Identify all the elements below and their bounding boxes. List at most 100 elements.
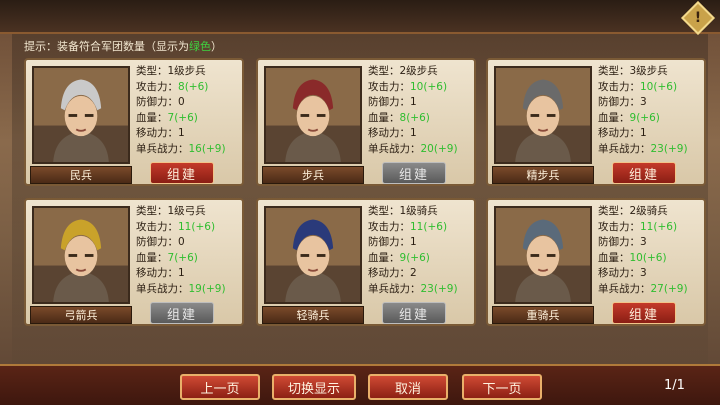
prev-page-button[interactable]: 上一页 [180, 374, 260, 400]
soldier-portrait-icon [34, 68, 128, 162]
stat-hp-bonus: (+6) [406, 251, 430, 264]
stat-hp-label: 血量： [368, 251, 400, 264]
stat-power-bonus: (+9) [433, 282, 458, 295]
stat-defense: 防御力：1 [368, 235, 474, 251]
stat-power-value: 20 [420, 142, 434, 155]
stat-attack-bonus: (+6) [423, 80, 448, 93]
unit-portrait [32, 66, 130, 164]
soldier-portrait-icon [496, 68, 590, 162]
stat-move-label: 移动力： [136, 127, 178, 139]
stat-hp-label: 血量： [136, 111, 168, 124]
stat-move-label: 移动力： [598, 127, 640, 139]
stat-power-label: 单兵战力： [136, 142, 189, 155]
stat-power-bonus: (+9) [663, 142, 688, 155]
unit-name: 步兵 [262, 166, 364, 184]
soldier-portrait-icon [34, 208, 128, 302]
cancel-button[interactable]: 取消 [368, 374, 448, 400]
unit-stats: 类型：3级步兵 攻击力：10(+6) 防御力：3 血量：9(+6) 移动力：1 … [598, 64, 704, 157]
stat-move-label: 移动力： [598, 267, 640, 279]
build-button[interactable]: 组建 [150, 302, 214, 324]
stat-defense-value: 3 [640, 236, 647, 248]
hint-text: 提示：装备符合军团数量（显示为绿色） [24, 38, 222, 54]
build-button[interactable]: 组建 [150, 162, 214, 184]
build-button[interactable]: 组建 [612, 162, 676, 184]
unit-stats: 类型：1级弓兵 攻击力：11(+6) 防御力：0 血量：7(+6) 移动力：1 … [136, 204, 242, 297]
stat-move-label: 移动力： [368, 267, 410, 279]
stat-attack-value: 10 [410, 80, 424, 93]
stat-attack: 攻击力：11(+6) [368, 220, 474, 236]
stat-defense-value: 0 [178, 96, 185, 108]
stat-type-label: 类型： [598, 65, 630, 77]
stat-move-value: 1 [640, 127, 647, 139]
stat-power-label: 单兵战力： [368, 142, 421, 155]
stat-attack: 攻击力：10(+6) [598, 80, 704, 96]
stat-hp-bonus: (+6) [636, 111, 660, 124]
hint-green-word: 绿色 [189, 40, 211, 53]
stat-attack-value: 8 [178, 80, 185, 93]
stat-type: 类型：2级步兵 [368, 64, 474, 80]
stat-power: 单兵战力：20(+9) [368, 142, 474, 158]
stat-defense-label: 防御力： [598, 236, 640, 248]
stat-hp-bonus: (+6) [174, 111, 198, 124]
stat-attack-value: 11 [640, 220, 654, 233]
stat-attack-label: 攻击力： [368, 220, 410, 233]
toggle-display-button[interactable]: 切换显示 [272, 374, 356, 400]
stat-power-value: 23 [420, 282, 434, 295]
stat-move: 移动力：1 [368, 126, 474, 142]
build-button[interactable]: 组建 [382, 302, 446, 324]
stat-power-label: 单兵战力： [136, 282, 189, 295]
stat-hp-label: 血量： [136, 251, 168, 264]
stat-defense-label: 防御力： [368, 96, 410, 108]
stat-defense-value: 0 [178, 236, 185, 248]
stat-attack-value: 10 [640, 80, 654, 93]
stat-power-label: 单兵战力： [598, 282, 651, 295]
stat-attack-value: 11 [410, 220, 424, 233]
stat-defense-label: 防御力： [368, 236, 410, 248]
stat-type-value: 2级步兵 [399, 65, 438, 77]
stat-attack-label: 攻击力： [136, 220, 178, 233]
stat-defense-label: 防御力： [136, 96, 178, 108]
stat-defense-label: 防御力： [136, 236, 178, 248]
unit-portrait [264, 66, 362, 164]
stat-move-value: 2 [410, 267, 417, 279]
stat-hp: 血量：7(+6) [136, 111, 242, 127]
page-indicator: 1/1 [664, 378, 685, 393]
unit-card: 精步兵 类型：3级步兵 攻击力：10(+6) 防御力：3 血量：9(+6) 移动… [486, 58, 706, 186]
stat-defense-label: 防御力： [598, 96, 640, 108]
stat-hp: 血量：9(+6) [368, 251, 474, 267]
stat-type-label: 类型： [136, 65, 168, 77]
stat-type: 类型：3级步兵 [598, 64, 704, 80]
stat-type-label: 类型： [598, 205, 630, 217]
unit-name: 民兵 [30, 166, 132, 184]
stat-defense-value: 1 [410, 96, 417, 108]
stat-type: 类型：1级骑兵 [368, 204, 474, 220]
stat-power: 单兵战力：23(+9) [368, 282, 474, 298]
stat-move: 移动力：3 [598, 266, 704, 282]
stat-move: 移动力：1 [598, 126, 704, 142]
stat-attack-label: 攻击力： [368, 80, 410, 93]
stat-type-label: 类型： [136, 205, 168, 217]
stat-type-value: 1级弓兵 [167, 205, 206, 217]
build-button[interactable]: 组建 [612, 302, 676, 324]
stat-move-value: 1 [178, 127, 185, 139]
unit-card: 民兵 类型：1级步兵 攻击力：8(+6) 防御力：0 血量：7(+6) 移动力：… [24, 58, 244, 186]
unit-name: 精步兵 [492, 166, 594, 184]
unit-portrait [32, 206, 130, 304]
next-page-button[interactable]: 下一页 [462, 374, 542, 400]
stat-type: 类型：2级骑兵 [598, 204, 704, 220]
stat-attack: 攻击力：11(+6) [136, 220, 242, 236]
stat-move-value: 1 [178, 267, 185, 279]
unit-card: 步兵 类型：2级步兵 攻击力：10(+6) 防御力：1 血量：8(+6) 移动力… [256, 58, 476, 186]
stat-power-value: 16 [188, 142, 202, 155]
stat-type: 类型：1级弓兵 [136, 204, 242, 220]
stat-power: 单兵战力：19(+9) [136, 282, 242, 298]
stat-move: 移动力：1 [136, 126, 242, 142]
stat-type-label: 类型： [368, 65, 400, 77]
stat-defense-value: 1 [410, 236, 417, 248]
stat-hp: 血量：9(+6) [598, 111, 704, 127]
stat-attack-label: 攻击力： [598, 80, 640, 93]
stat-hp-label: 血量： [368, 111, 400, 124]
unit-stats: 类型：1级骑兵 攻击力：11(+6) 防御力：1 血量：9(+6) 移动力：2 … [368, 204, 474, 297]
build-button[interactable]: 组建 [382, 162, 446, 184]
stat-hp: 血量：7(+6) [136, 251, 242, 267]
